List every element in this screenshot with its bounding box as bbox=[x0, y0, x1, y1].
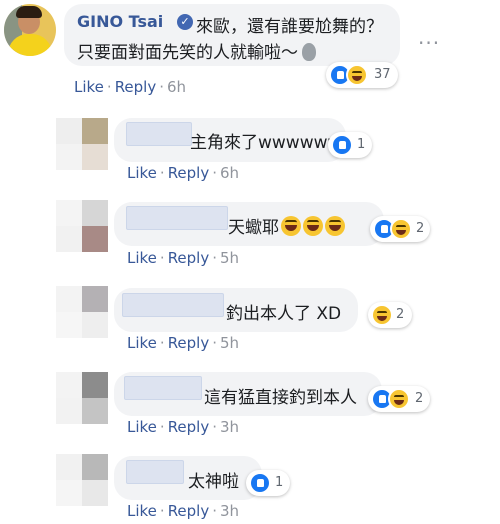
like-link[interactable]: Like bbox=[127, 249, 157, 267]
reaction-count: 37 bbox=[374, 67, 391, 82]
reply-link[interactable]: Reply bbox=[168, 502, 210, 520]
blurred-name[interactable] bbox=[126, 460, 184, 484]
timestamp[interactable]: 3h bbox=[220, 502, 239, 520]
reply-actions: Like · Reply · 6h bbox=[127, 164, 240, 182]
main-comment-line2: 只要面對面先笑的人就輸啦～ bbox=[77, 38, 316, 63]
alien-icon bbox=[302, 43, 316, 61]
reply-text: 主角來了wwwwww bbox=[190, 133, 342, 153]
reply-actions: Like · Reply · 5h bbox=[127, 249, 240, 267]
main-comment-line1: 來歐，還有誰要尬舞的？ bbox=[196, 17, 383, 37]
timestamp[interactable]: 3h bbox=[220, 418, 239, 436]
blurred-name[interactable] bbox=[126, 122, 192, 146]
like-link[interactable]: Like bbox=[127, 502, 157, 520]
reply-reactions[interactable]: 1 bbox=[246, 470, 290, 496]
main-reactions[interactable]: 37 bbox=[326, 62, 398, 88]
reply-reactions[interactable]: 2 bbox=[368, 302, 412, 328]
reply-text: 釣出本人了 XD bbox=[226, 304, 342, 324]
laughing-emoji-icon bbox=[303, 216, 323, 236]
reply-avatar[interactable] bbox=[56, 118, 108, 170]
reply-link[interactable]: Reply bbox=[115, 78, 157, 96]
main-comment-actions: Like · Reply · 6h bbox=[74, 78, 187, 96]
reply-avatar[interactable] bbox=[56, 200, 108, 252]
timestamp[interactable]: 6h bbox=[220, 164, 239, 182]
reaction-count: 2 bbox=[416, 221, 425, 236]
reply-avatar[interactable] bbox=[56, 454, 108, 506]
reply-reactions[interactable]: 2 bbox=[370, 216, 430, 242]
reply-avatar[interactable] bbox=[56, 372, 108, 424]
laughing-emoji-icon bbox=[325, 216, 345, 236]
haha-reaction-icon bbox=[390, 218, 412, 240]
like-link[interactable]: Like bbox=[127, 334, 157, 352]
timestamp[interactable]: 6h bbox=[167, 78, 186, 96]
reply-actions: Like · Reply · 3h bbox=[127, 418, 240, 436]
reply-text: 這有猛直接釣到本人 bbox=[204, 388, 357, 408]
reply-actions: Like · Reply · 3h bbox=[127, 502, 240, 520]
laughing-emoji-icon bbox=[281, 216, 301, 236]
reply-avatar[interactable] bbox=[56, 286, 108, 338]
reply-link[interactable]: Reply bbox=[168, 418, 210, 436]
blurred-name[interactable] bbox=[122, 293, 224, 317]
author-avatar[interactable] bbox=[4, 4, 56, 56]
blurred-name[interactable] bbox=[126, 206, 228, 230]
verified-icon: ✓ bbox=[177, 14, 193, 30]
reply-reactions[interactable]: 1 bbox=[328, 132, 372, 158]
reply-actions: Like · Reply · 5h bbox=[127, 334, 240, 352]
reaction-count: 2 bbox=[396, 307, 405, 322]
haha-reaction-icon bbox=[346, 64, 368, 86]
reply-link[interactable]: Reply bbox=[168, 249, 210, 267]
reply-text: 天蠍耶 bbox=[228, 213, 345, 238]
blurred-name[interactable] bbox=[124, 376, 202, 400]
like-reaction-icon bbox=[331, 134, 353, 156]
timestamp[interactable]: 5h bbox=[220, 249, 239, 267]
author-name[interactable]: GINO Tsai bbox=[77, 12, 163, 31]
more-options-icon[interactable]: ··· bbox=[418, 31, 440, 55]
like-link[interactable]: Like bbox=[127, 418, 157, 436]
reply-reactions[interactable]: 2 bbox=[368, 386, 430, 412]
reply-text: 太神啦 bbox=[188, 472, 239, 492]
like-link[interactable]: Like bbox=[127, 164, 157, 182]
haha-reaction-icon bbox=[371, 304, 393, 326]
haha-reaction-icon bbox=[388, 388, 410, 410]
like-reaction-icon bbox=[249, 472, 271, 494]
reaction-count: 1 bbox=[357, 137, 366, 152]
like-link[interactable]: Like bbox=[74, 78, 104, 96]
reaction-count: 1 bbox=[275, 475, 284, 490]
reply-link[interactable]: Reply bbox=[168, 334, 210, 352]
timestamp[interactable]: 5h bbox=[220, 334, 239, 352]
reaction-count: 2 bbox=[415, 391, 424, 406]
reply-link[interactable]: Reply bbox=[168, 164, 210, 182]
